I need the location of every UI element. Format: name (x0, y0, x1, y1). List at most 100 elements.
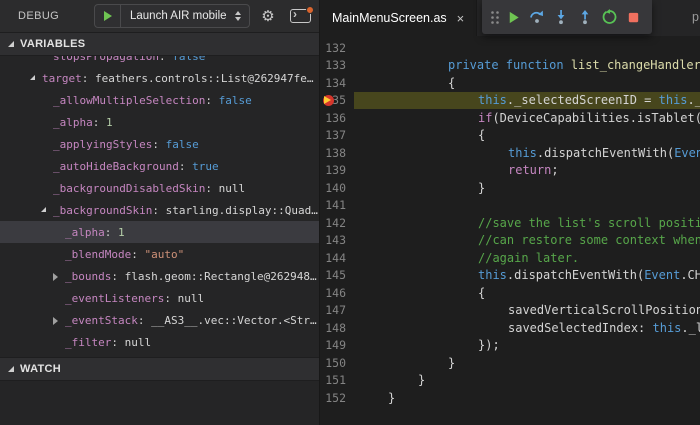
line-number[interactable]: 144 (320, 251, 354, 265)
restart-button[interactable] (597, 3, 621, 31)
code-line[interactable]: 148savedSelectedIndex: this._li (320, 319, 700, 337)
line-number[interactable]: 150 (320, 356, 354, 370)
code-line[interactable]: 144 //again later. (320, 249, 700, 267)
step-out-button[interactable] (573, 3, 597, 31)
line-number[interactable]: 147 (320, 303, 354, 317)
variable-row[interactable]: _backgroundDisabledSkin: null (0, 177, 319, 199)
code-line[interactable]: 150} (320, 354, 700, 372)
variable-name: _alpha (65, 225, 105, 239)
variable-name: _blendMode (65, 247, 132, 261)
stop-button[interactable] (621, 3, 645, 31)
line-number[interactable]: 139 (320, 163, 354, 177)
variable-name: _eventListeners (65, 291, 165, 305)
line-number[interactable]: 152 (320, 391, 354, 405)
collapse-arrow-icon (8, 366, 14, 372)
code-token: this (478, 268, 507, 283)
variable-row[interactable]: _bounds: flash.geom::Rectangle@262948… (0, 265, 319, 287)
variable-separator: : (111, 269, 125, 283)
line-number[interactable]: 148 (320, 321, 354, 335)
variable-text: _applyingStyles: false (0, 138, 199, 151)
tab-mainmenuscreen[interactable]: MainMenuScreen.as × (320, 0, 478, 36)
line-number[interactable]: 136 (320, 111, 354, 125)
code-line[interactable]: 137 { (320, 127, 700, 145)
line-number[interactable]: 142 (320, 216, 354, 230)
variable-separator: : (137, 313, 152, 327)
code-line[interactable]: 140} (320, 179, 700, 197)
expand-arrow-icon[interactable] (53, 273, 58, 281)
code-line[interactable]: 133private function list_changeHandler( (320, 57, 700, 75)
variables-section-header[interactable]: VARIABLES (0, 32, 319, 56)
line-number[interactable]: 133 (320, 58, 354, 72)
variable-value: flash.geom::Rectangle@262948… (124, 269, 317, 283)
code-line[interactable]: 145this.dispatchEventWith(Event.CHA (320, 267, 700, 285)
code-line[interactable]: 136 if (DeviceCapabilities.isTablet(S (320, 109, 700, 127)
line-number[interactable]: 134 (320, 76, 354, 90)
variable-row[interactable]: _blendMode: "auto" (0, 243, 319, 265)
collapse-arrow-icon[interactable] (41, 207, 46, 212)
variable-row[interactable]: _eventListeners: null (0, 287, 319, 309)
step-over-button[interactable] (525, 3, 549, 31)
variable-row[interactable]: _focusIndicatorSkin: null (0, 353, 319, 357)
line-number[interactable]: 141 (320, 198, 354, 212)
code-line[interactable]: 142 //save the list's scroll positio (320, 214, 700, 232)
code-line[interactable]: 146 { (320, 284, 700, 302)
continue-button[interactable] (501, 3, 525, 31)
line-number[interactable]: 138 (320, 146, 354, 160)
code-token: this (478, 93, 507, 108)
line-number[interactable]: 149 (320, 338, 354, 352)
variable-row[interactable]: _applyingStyles: false (0, 133, 319, 155)
variable-text: _autoHideBackground: true (0, 160, 219, 173)
variable-text: _eventStack: __AS3__.vec::Vector.<Str… (0, 314, 317, 327)
launch-configuration-control[interactable]: Launch AIR mobile (94, 4, 250, 28)
line-number[interactable]: 143 (320, 233, 354, 247)
watch-section-header[interactable]: WATCH (0, 357, 319, 381)
code-viewport[interactable]: 132 133 private function list_changeHandle… (320, 36, 700, 407)
code-line[interactable]: 141 (320, 197, 700, 215)
line-number[interactable]: 137 (320, 128, 354, 142)
line-number[interactable]: 146 (320, 286, 354, 300)
variable-value: false (165, 137, 199, 151)
close-icon[interactable]: × (457, 12, 465, 25)
variable-row[interactable]: _eventStack: __AS3__.vec::Vector.<Str… (0, 309, 319, 331)
debug-console-icon[interactable] (290, 6, 314, 23)
gear-icon[interactable] (259, 7, 277, 25)
variable-row[interactable]: _backgroundSkin: starling.display::Quad… (0, 199, 319, 221)
variable-row[interactable]: _autoHideBackground: true (0, 155, 319, 177)
code-line[interactable]: 152} (320, 389, 700, 407)
variable-row[interactable]: _alpha: 1 (0, 111, 319, 133)
collapse-arrow-icon[interactable] (30, 75, 35, 80)
variable-name: _filter (65, 335, 112, 349)
collapse-arrow-icon (8, 41, 14, 47)
variable-separator: : (131, 247, 145, 261)
line-number[interactable]: 151 (320, 373, 354, 387)
dropdown-arrows-icon[interactable] (234, 11, 241, 21)
variables-tree: stopsPropagation: false target: feathers.… (0, 56, 319, 357)
variable-value: 1 (118, 225, 125, 239)
variable-row[interactable]: _filter: null (0, 331, 319, 353)
code-line[interactable]: 139 return; (320, 162, 700, 180)
variable-row[interactable]: target: feathers.controls::List@262947fe… (0, 67, 319, 89)
code-line[interactable]: 134 { (320, 74, 700, 92)
code-line[interactable]: 143 //can restore some context when (320, 232, 700, 250)
breakpoint-current-line-icon[interactable] (323, 94, 334, 106)
code-line[interactable]: 151} (320, 372, 700, 390)
expand-arrow-icon[interactable] (53, 317, 58, 325)
code-line[interactable]: 132 (320, 39, 700, 57)
variable-value: "auto" (144, 247, 185, 261)
variable-separator: : (111, 335, 125, 349)
code-line[interactable]: 147 savedVerticalScrollPosition: (320, 302, 700, 320)
tab-bar: MainMenuScreen.as × p (320, 0, 700, 36)
drag-handle-icon[interactable] (489, 3, 501, 31)
line-number[interactable]: 140 (320, 181, 354, 195)
line-number[interactable]: 132 (320, 41, 354, 55)
variable-row[interactable]: _allowMultipleSelection: false (0, 89, 319, 111)
start-debug-button[interactable] (95, 5, 121, 27)
variable-row[interactable]: _alpha: 1 (0, 221, 319, 243)
code-line[interactable]: 138this.dispatchEventWith(Event (320, 144, 700, 162)
line-number[interactable]: 145 (320, 268, 354, 282)
code-line[interactable]: 135this._selectedScreenID = this._li (320, 91, 700, 109)
code-line[interactable]: 149}); (320, 337, 700, 355)
code-token: this (508, 145, 537, 160)
variable-row[interactable]: stopsPropagation: false (0, 56, 319, 67)
step-into-button[interactable] (549, 3, 573, 31)
